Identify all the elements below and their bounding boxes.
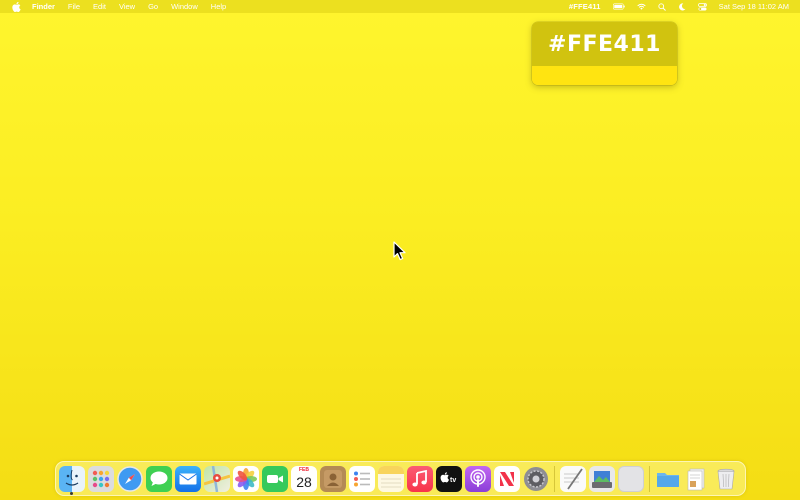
blank-app-icon[interactable] — [618, 465, 644, 492]
calendar-month: FEB — [299, 466, 309, 473]
menu-clock[interactable]: Sat Sep 18 11:02 AM — [719, 0, 789, 13]
textedit-icon[interactable] — [560, 465, 586, 492]
wifi-icon[interactable] — [637, 3, 646, 10]
finder-icon[interactable] — [59, 465, 85, 492]
messages-icon[interactable] — [146, 465, 172, 492]
menu-edit[interactable]: Edit — [93, 0, 106, 13]
podcasts-icon[interactable] — [465, 465, 491, 492]
menu-help[interactable]: Help — [211, 0, 226, 13]
launchpad-icon[interactable] — [88, 465, 114, 492]
popover-hex-value[interactable]: #FFE411 — [548, 32, 661, 57]
battery-icon[interactable] — [612, 3, 625, 10]
document-stack-icon[interactable] — [684, 466, 710, 492]
apple-menu-icon[interactable] — [11, 1, 22, 12]
photos-icon[interactable] — [233, 465, 259, 492]
music-icon[interactable] — [407, 465, 433, 492]
control-center-icon[interactable] — [697, 2, 707, 11]
folder-icon[interactable] — [655, 466, 681, 492]
calendar-icon[interactable]: FEB 28 — [291, 465, 317, 492]
apple-tv-icon[interactable]: tv — [436, 465, 462, 492]
finder-running-indicator — [70, 492, 73, 495]
preview-icon[interactable] — [589, 465, 615, 492]
color-hex-status-item[interactable]: #FFE411 — [569, 0, 601, 13]
spotlight-search-icon[interactable] — [658, 2, 666, 11]
svg-text:tv: tv — [450, 477, 456, 484]
calendar-day: 28 — [296, 473, 312, 490]
reminders-icon[interactable] — [349, 465, 375, 492]
menu-app-finder[interactable]: Finder — [32, 0, 55, 13]
menu-window[interactable]: Window — [171, 0, 198, 13]
dock-separator — [554, 465, 555, 492]
mouse-cursor-icon — [393, 241, 407, 261]
system-preferences-icon[interactable] — [523, 466, 549, 492]
news-icon[interactable] — [494, 465, 520, 492]
dock-separator — [649, 465, 650, 492]
menu-view[interactable]: View — [119, 0, 135, 13]
mail-icon[interactable] — [175, 465, 201, 492]
menu-go[interactable]: Go — [148, 0, 158, 13]
color-swatch[interactable] — [532, 66, 677, 85]
focus-moon-icon[interactable] — [678, 2, 686, 11]
trash-icon[interactable] — [713, 466, 739, 492]
menu-bar: Finder File Edit View Go Window Help #FF… — [0, 0, 800, 13]
maps-icon[interactable] — [204, 465, 230, 492]
menu-file[interactable]: File — [68, 0, 80, 13]
facetime-icon[interactable] — [262, 465, 288, 492]
popover-hex-panel: #FFE411 — [532, 22, 677, 66]
contacts-icon[interactable] — [320, 465, 346, 492]
color-picker-popover[interactable]: #FFE411 — [532, 22, 677, 85]
dock: FEB 28 tv — [55, 461, 746, 496]
notes-icon[interactable] — [378, 465, 404, 492]
desktop[interactable]: Finder File Edit View Go Window Help #FF… — [0, 0, 800, 500]
safari-icon[interactable] — [117, 465, 143, 492]
